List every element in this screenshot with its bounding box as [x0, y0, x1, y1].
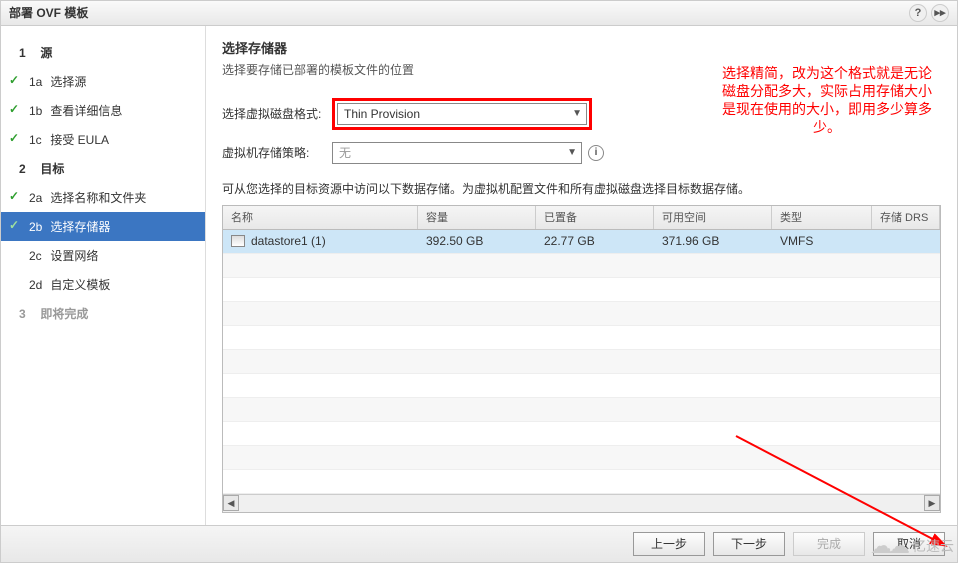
titlebar: 部署 OVF 模板 ? ▸▸ — [1, 1, 957, 26]
chevron-down-icon: ▼ — [572, 108, 582, 119]
step-setup-network[interactable]: 2c 设置网络 — [1, 241, 205, 270]
table-row — [223, 326, 940, 350]
table-body: datastore1 (1) 392.50 GB 22.77 GB 371.96… — [223, 230, 940, 494]
table-row — [223, 374, 940, 398]
scroll-right-icon[interactable]: ▶ — [924, 495, 940, 511]
step-select-source[interactable]: ✓ 1a 选择源 — [1, 67, 205, 96]
disk-format-label: 选择虚拟磁盘格式: — [222, 105, 332, 122]
disk-format-value: Thin Provision — [344, 107, 420, 121]
instruction-text: 可从您选择的目标资源中访问以下数据存储。为虚拟机配置文件和所有虚拟磁盘选择目标数… — [222, 180, 941, 197]
collapse-icon[interactable]: ▸▸ — [931, 4, 949, 22]
table-row[interactable]: datastore1 (1) 392.50 GB 22.77 GB 371.96… — [223, 230, 940, 254]
step-destination[interactable]: 2 目标 — [1, 154, 205, 183]
next-button[interactable]: 下一步 — [713, 532, 785, 556]
table-row — [223, 422, 940, 446]
finish-button: 完成 — [793, 532, 865, 556]
cloud-icon: ☁☁ — [870, 533, 906, 559]
chevron-down-icon: ▼ — [567, 147, 577, 158]
main-panel: 选择存储器 选择要存储已部署的模板文件的位置 选择虚拟磁盘格式: Thin Pr… — [206, 26, 957, 525]
scroll-left-icon[interactable]: ◀ — [223, 495, 239, 511]
ovf-deploy-dialog: 部署 OVF 模板 ? ▸▸ 1 源 ✓ 1a 选择源 ✓ 1b 查看详细信息 … — [0, 0, 958, 563]
annotation-text: 选择精简，改为这个格式就是无论磁盘分配多大，实际占用存储大小是现在使用的大小，即… — [717, 66, 937, 139]
watermark: ☁☁ 亿速云 — [870, 533, 954, 559]
table-row — [223, 350, 940, 374]
col-free[interactable]: 可用空间 — [654, 206, 772, 229]
table-row — [223, 278, 940, 302]
table-row — [223, 470, 940, 494]
cell-provisioned: 22.77 GB — [536, 230, 654, 253]
cell-drs — [872, 230, 940, 253]
step-accept-eula[interactable]: ✓ 1c 接受 EULA — [1, 125, 205, 154]
step-ready-to-complete[interactable]: 3 即将完成 — [1, 299, 205, 328]
check-icon: ✓ — [9, 131, 19, 145]
help-icon[interactable]: ? — [909, 4, 927, 22]
col-name[interactable]: 名称 — [223, 206, 418, 229]
check-icon: ✓ — [9, 102, 19, 116]
back-button[interactable]: 上一步 — [633, 532, 705, 556]
datastore-icon — [231, 235, 245, 247]
cell-name: datastore1 (1) — [251, 234, 326, 248]
table-row — [223, 254, 940, 278]
col-provisioned[interactable]: 已置备 — [536, 206, 654, 229]
check-icon: ✓ — [9, 73, 19, 87]
watermark-text: 亿速云 — [912, 536, 954, 556]
page-heading: 选择存储器 — [222, 38, 941, 57]
info-icon[interactable]: i — [588, 145, 604, 161]
step-review-details[interactable]: ✓ 1b 查看详细信息 — [1, 96, 205, 125]
disk-format-select[interactable]: Thin Provision ▼ — [337, 103, 587, 125]
wizard-sidebar: 1 源 ✓ 1a 选择源 ✓ 1b 查看详细信息 ✓ 1c 接受 EULA 2 … — [1, 26, 206, 525]
table-header: 名称 容量 已置备 可用空间 类型 存储 DRS — [223, 206, 940, 230]
table-row — [223, 398, 940, 422]
footer-buttons: 上一步 下一步 完成 取消 — [1, 525, 957, 562]
storage-policy-value: 无 — [339, 144, 351, 161]
step-source[interactable]: 1 源 — [1, 38, 205, 67]
cell-type: VMFS — [772, 230, 872, 253]
table-row — [223, 302, 940, 326]
col-capacity[interactable]: 容量 — [418, 206, 536, 229]
cell-free: 371.96 GB — [654, 230, 772, 253]
horizontal-scrollbar[interactable]: ◀ ▶ — [223, 494, 940, 512]
storage-policy-select[interactable]: 无 ▼ — [332, 142, 582, 164]
col-type[interactable]: 类型 — [772, 206, 872, 229]
storage-policy-label: 虚拟机存储策略: — [222, 144, 332, 161]
datastore-table: 名称 容量 已置备 可用空间 类型 存储 DRS datastore1 (1) … — [222, 205, 941, 513]
cell-capacity: 392.50 GB — [418, 230, 536, 253]
disk-format-highlight: Thin Provision ▼ — [332, 98, 592, 130]
col-drs[interactable]: 存储 DRS — [872, 206, 940, 229]
dialog-title: 部署 OVF 模板 — [9, 4, 88, 21]
step-select-name-folder[interactable]: ✓ 2a 选择名称和文件夹 — [1, 183, 205, 212]
step-select-storage[interactable]: ✓ 2b 选择存储器 — [1, 212, 205, 241]
table-row — [223, 446, 940, 470]
check-icon: ✓ — [9, 189, 19, 203]
step-customize-template[interactable]: 2d 自定义模板 — [1, 270, 205, 299]
check-icon: ✓ — [9, 218, 19, 232]
